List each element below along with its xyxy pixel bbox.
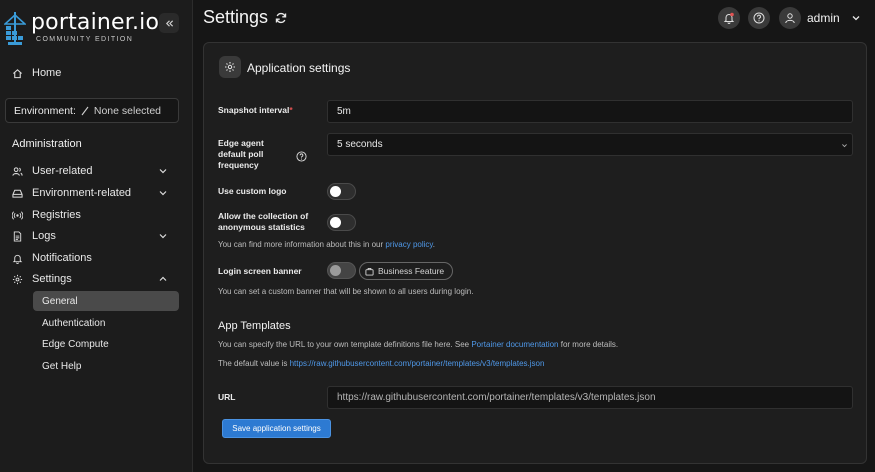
template-url-input[interactable]: https://raw.githubusercontent.com/portai… bbox=[327, 386, 853, 409]
brand-edition: COMMUNITY EDITION bbox=[36, 36, 134, 43]
login-banner-toggle[interactable] bbox=[327, 262, 356, 279]
hint-period: . bbox=[432, 240, 436, 249]
page-title-text: Settings bbox=[203, 7, 269, 27]
snapshot-interval-text: Snapshot interval bbox=[218, 105, 290, 115]
brand-name: portainer.io bbox=[31, 10, 160, 35]
app-templates-heading: App Templates bbox=[218, 320, 291, 332]
url-label: URL bbox=[218, 392, 236, 402]
statistics-hint-text: You can find more information about this… bbox=[218, 240, 384, 249]
statistics-label-line: anonymous statistics bbox=[218, 222, 305, 232]
statistics-label-line: Allow the collection of bbox=[218, 211, 309, 221]
sidebar-subitem-authentication[interactable]: Authentication bbox=[33, 313, 179, 333]
sidebar-item-notifications[interactable]: Notifications bbox=[0, 248, 193, 268]
portainer-logo[interactable]: portainer.io COMMUNITY EDITION bbox=[4, 8, 159, 50]
user-name[interactable]: admin bbox=[807, 11, 840, 25]
app-templates-hint: You can specify the URL to your own temp… bbox=[218, 340, 618, 349]
notifications-button[interactable] bbox=[718, 7, 740, 29]
privacy-policy-link[interactable]: privacy policy bbox=[385, 240, 432, 249]
default-template-url-link[interactable]: https://raw.githubusercontent.com/portai… bbox=[290, 359, 545, 368]
sidebar-item-label: Environment-related bbox=[32, 187, 132, 199]
sidebar-item-settings[interactable]: Settings bbox=[0, 269, 193, 289]
custom-logo-label: Use custom logo bbox=[218, 186, 287, 196]
edge-poll-label-line: frequency bbox=[218, 160, 259, 170]
gear-icon bbox=[225, 62, 235, 72]
default-value-hint: The default value is https://raw.githubu… bbox=[218, 359, 544, 368]
app-root: portainer.io COMMUNITY EDITION Home Envi… bbox=[0, 0, 875, 472]
sidebar-subitem-general[interactable]: General bbox=[33, 291, 179, 311]
anonymous-statistics-toggle[interactable] bbox=[327, 214, 356, 231]
sidebar-item-label: Notifications bbox=[32, 252, 92, 264]
environment-selector[interactable]: Environment: None selected bbox=[5, 98, 179, 123]
chevron-down-icon bbox=[159, 191, 167, 196]
panel-title: Application settings bbox=[247, 61, 351, 75]
bell-icon bbox=[12, 253, 23, 264]
sidebar-item-label: Logs bbox=[32, 230, 56, 242]
edge-poll-label-line: Edge agent bbox=[218, 138, 264, 148]
edge-poll-frequency-select[interactable]: 5 seconds bbox=[327, 133, 853, 156]
toggle-knob bbox=[330, 186, 341, 197]
chevron-up-icon bbox=[159, 276, 167, 281]
radio-icon bbox=[12, 210, 23, 221]
default-value-text: The default value is bbox=[218, 359, 288, 368]
sidebar-subitem-edge-compute[interactable]: Edge Compute bbox=[33, 334, 179, 354]
help-button[interactable] bbox=[748, 7, 770, 29]
anonymous-statistics-label: Allow the collection of anonymous statis… bbox=[218, 211, 308, 233]
home-icon bbox=[12, 68, 23, 79]
sidebar-item-registries[interactable]: Registries bbox=[0, 205, 193, 225]
custom-logo-toggle[interactable] bbox=[327, 183, 356, 200]
collapse-sidebar-button[interactable] bbox=[159, 13, 179, 33]
user-avatar[interactable] bbox=[779, 7, 801, 29]
edge-poll-frequency-label: Edge agent default poll frequency bbox=[218, 138, 264, 171]
sidebar: portainer.io COMMUNITY EDITION Home Envi… bbox=[0, 0, 193, 472]
snapshot-interval-label: Snapshot interval* bbox=[218, 105, 293, 116]
settings-icon-badge bbox=[219, 56, 241, 78]
chevron-down-icon[interactable] bbox=[851, 13, 861, 23]
toggle-knob bbox=[330, 265, 341, 276]
sidebar-item-home[interactable]: Home bbox=[0, 63, 193, 83]
statistics-hint: You can find more information about this… bbox=[218, 240, 435, 249]
login-banner-label: Login screen banner bbox=[218, 266, 302, 276]
page-title: Settings bbox=[203, 7, 287, 28]
users-icon bbox=[12, 166, 23, 177]
application-settings-panel: Application settings Snapshot interval* … bbox=[203, 42, 867, 464]
snapshot-interval-input[interactable]: 5m bbox=[327, 100, 853, 123]
sidebar-item-logs[interactable]: Logs bbox=[0, 226, 193, 246]
app-templates-hint-end: for more details. bbox=[560, 340, 619, 349]
sidebar-item-environment-related[interactable]: Environment-related bbox=[0, 183, 193, 203]
slash-icon bbox=[81, 106, 89, 115]
login-banner-hint: You can set a custom banner that will be… bbox=[218, 287, 474, 296]
required-asterisk: * bbox=[289, 105, 293, 115]
hard-drive-icon bbox=[12, 188, 23, 199]
sidebar-item-label: Registries bbox=[32, 209, 81, 221]
portainer-documentation-link[interactable]: Portainer documentation bbox=[471, 340, 558, 349]
chevron-down-icon bbox=[159, 234, 167, 239]
user-icon bbox=[785, 13, 795, 24]
gear-icon bbox=[12, 274, 23, 285]
environment-label: Environment: bbox=[14, 104, 76, 117]
help-circle-icon[interactable] bbox=[296, 151, 307, 162]
refresh-icon[interactable] bbox=[275, 12, 287, 24]
business-feature-badge[interactable]: Business Feature bbox=[359, 262, 454, 280]
bell-icon bbox=[723, 12, 735, 24]
sidebar-item-label: User-related bbox=[32, 165, 93, 177]
business-feature-text: Business Feature bbox=[378, 266, 445, 276]
sidebar-subitem-get-help[interactable]: Get Help bbox=[33, 356, 179, 376]
file-text-icon bbox=[12, 230, 23, 242]
briefcase-icon bbox=[365, 267, 374, 276]
administration-heading: Administration bbox=[12, 138, 82, 150]
portainer-crane-icon bbox=[4, 12, 26, 45]
chevron-down-icon bbox=[842, 144, 847, 148]
edge-poll-frequency-value: 5 seconds bbox=[337, 139, 383, 150]
sidebar-item-user-related[interactable]: User-related bbox=[0, 161, 193, 181]
double-chevron-left-icon bbox=[165, 19, 173, 27]
save-application-settings-button[interactable]: Save application settings bbox=[222, 419, 331, 438]
help-circle-icon bbox=[753, 12, 765, 24]
app-templates-hint-text: You can specify the URL to your own temp… bbox=[218, 340, 470, 349]
environment-value: None selected bbox=[93, 104, 162, 117]
toggle-knob bbox=[330, 217, 341, 228]
edge-poll-label-line: default poll bbox=[218, 149, 264, 159]
sidebar-item-label: Settings bbox=[32, 273, 72, 285]
sidebar-item-label: Home bbox=[32, 67, 62, 79]
chevron-down-icon bbox=[159, 169, 167, 174]
